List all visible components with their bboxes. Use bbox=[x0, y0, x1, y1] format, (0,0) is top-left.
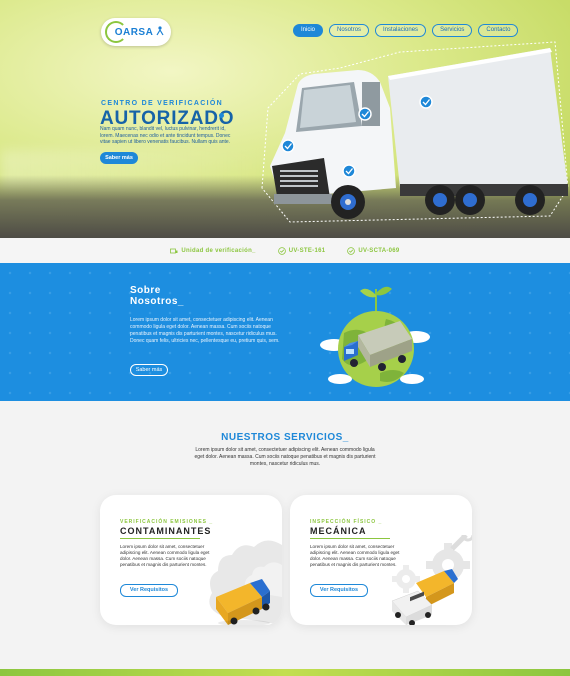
info-item-label: UV-SCTA-069 bbox=[358, 247, 400, 254]
info-item-ste: UV-STE-161 bbox=[277, 246, 326, 255]
cloud-truck-illustration bbox=[209, 540, 282, 625]
truck-illustration bbox=[261, 41, 569, 223]
hero-section: OARSA Inicio Nosotros Instalaciones Serv… bbox=[0, 0, 570, 238]
card-divider bbox=[120, 538, 200, 539]
service-card-contaminantes: Verificación Emisiones _ CONTAMINANTES L… bbox=[100, 495, 282, 625]
logo-person-icon bbox=[156, 26, 164, 36]
info-item-label: Unidad de verificación_ bbox=[181, 247, 256, 254]
hero-subtitle: CENTRO DE VERIFICACIÓN bbox=[101, 100, 223, 107]
hero-title-dot bbox=[219, 113, 224, 118]
site-logo[interactable]: OARSA bbox=[101, 18, 171, 46]
nav-item-nosotros[interactable]: Nosotros bbox=[329, 24, 370, 37]
nav-item-servicios[interactable]: Servicios bbox=[432, 24, 473, 37]
truck-badge-icon bbox=[170, 248, 178, 253]
about-saber-mas-button[interactable]: Saber más bbox=[130, 364, 168, 376]
footer-strip bbox=[0, 669, 570, 676]
hero-text: Nam quam nunc, blandit vel, luctus pulvi… bbox=[100, 126, 231, 145]
services-title: NUESTROS SERVICIOS_ bbox=[221, 432, 349, 443]
ver-requisitos-button[interactable]: Ver Requisitos bbox=[310, 584, 368, 597]
services-intro: Lorem ipsum dolor sit amet, consectetuer… bbox=[194, 447, 376, 467]
card-subtitle: Verificación Emisiones _ bbox=[120, 519, 214, 525]
check-circle-icon bbox=[347, 246, 356, 255]
nav-item-contacto[interactable]: Contacto bbox=[478, 24, 519, 37]
verification-info-bar: Unidad de verificación_ UV-STE-161 UV-SC… bbox=[0, 238, 570, 263]
nav-item-instalaciones[interactable]: Instalaciones bbox=[375, 24, 427, 37]
info-item-label: UV-STE-161 bbox=[288, 247, 326, 254]
card-subtitle: Inspección Físico _ bbox=[310, 519, 383, 525]
about-background-pattern bbox=[0, 263, 570, 401]
about-section: Sobre Nosotros_ Lorem ipsum dolor sit am… bbox=[0, 263, 570, 401]
service-card-mecanica: Inspección Físico _ MECÁNICA Lorem ipsum… bbox=[290, 495, 472, 625]
gears-vehicles-illustration bbox=[391, 535, 472, 625]
card-title: MECÁNICA bbox=[310, 526, 367, 536]
info-item-scta: UV-SCTA-069 bbox=[347, 246, 400, 255]
services-section: NUESTROS SERVICIOS_ Lorem ipsum dolor si… bbox=[0, 401, 570, 669]
card-divider bbox=[310, 538, 390, 539]
logo-text: OARSA bbox=[114, 26, 154, 38]
globe-truck-illustration bbox=[320, 286, 430, 387]
check-circle-icon bbox=[277, 246, 286, 255]
info-item-unidad: Unidad de verificación_ bbox=[170, 247, 255, 255]
hero-saber-mas-button[interactable]: Saber más bbox=[100, 152, 138, 164]
ver-requisitos-button[interactable]: Ver Requisitos bbox=[120, 584, 178, 597]
about-text: Lorem ipsum dolor sit amet, consectetuer… bbox=[130, 317, 280, 344]
nav-item-inicio[interactable]: Inicio bbox=[293, 24, 324, 37]
main-nav: Inicio Nosotros Instalaciones Servicios … bbox=[293, 24, 519, 37]
about-title: Sobre Nosotros_ bbox=[130, 285, 184, 307]
